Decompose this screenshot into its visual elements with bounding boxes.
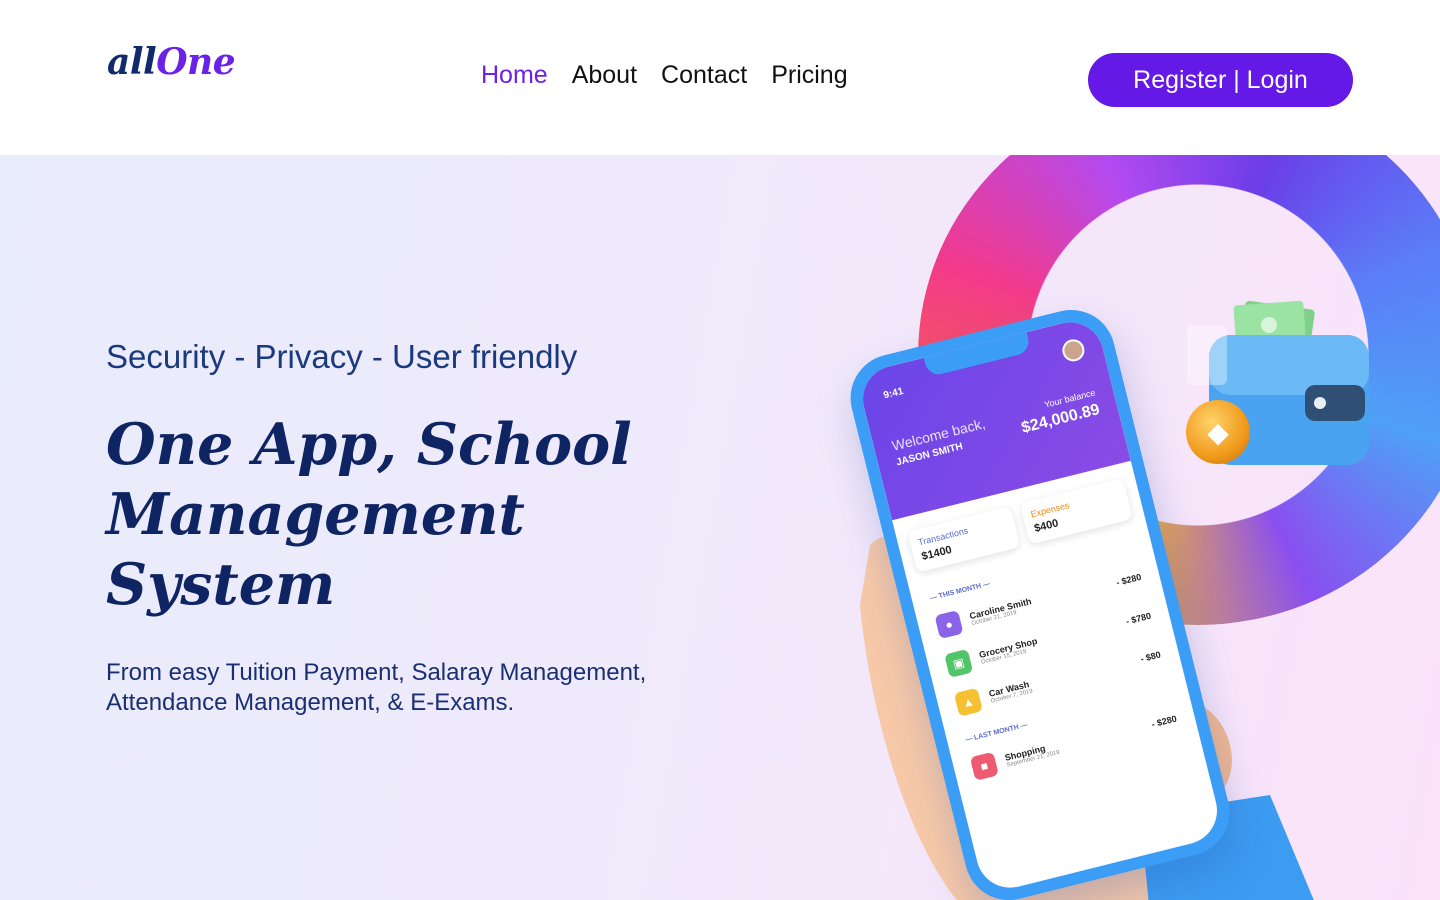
cart-icon: ▣ [944, 648, 974, 678]
shopping-bag-icon: ■ [969, 751, 999, 781]
tx-amount: - $280 [1115, 571, 1143, 588]
avatar [1060, 337, 1087, 364]
car-icon: ▲ [953, 687, 983, 717]
nav-contact[interactable]: Contact [661, 58, 747, 92]
expenses-card: Expenses $400 [1019, 478, 1133, 545]
last-month-label: — LAST MONTH — [964, 721, 1029, 744]
logo-part-all: all [107, 41, 157, 83]
list-item: ■ Shopping September 21, 2019 - $280 [969, 704, 1180, 784]
register-login-button[interactable]: Register | Login [1088, 53, 1353, 107]
ethereum-coin-icon: ◆ [1186, 400, 1250, 464]
tx-amount: - $80 [1139, 649, 1162, 665]
balance-value: $24,000.89 [1019, 401, 1102, 437]
site-header: allOne Home About Contact Pricing Regist… [0, 0, 1440, 155]
nav-home[interactable]: Home [481, 58, 548, 92]
transactions-card: Transactions $1400 [907, 506, 1021, 573]
tx-amount: - $280 [1150, 713, 1178, 730]
headline-line-3: System [106, 551, 336, 618]
nav-pricing[interactable]: Pricing [771, 58, 847, 92]
hero-section: Security - Privacy - User friendly One A… [0, 155, 1440, 900]
logo-part-one: One [156, 41, 236, 83]
hero-tagline: Security - Privacy - User friendly [106, 338, 578, 375]
logo[interactable]: allOne [107, 41, 236, 83]
main-nav: Home About Contact Pricing [481, 58, 848, 92]
status-time: 9:41 [882, 385, 905, 402]
description-line-1: From easy Tuition Payment, Salaray Manag… [106, 659, 647, 686]
hero-description: From easy Tuition Payment, Salaray Manag… [106, 658, 726, 718]
headline-line-1: One App, School [106, 411, 632, 478]
nav-about[interactable]: About [572, 58, 637, 92]
description-line-2: Attendance Management, & E-Exams. [106, 689, 515, 716]
hero-headline: One App, School Management System [106, 410, 726, 620]
tx-amount: - $780 [1124, 610, 1153, 627]
this-month-label: — THIS MONTH — [929, 580, 991, 603]
person-icon: ● [934, 610, 964, 640]
headline-line-2: Management [106, 481, 525, 548]
